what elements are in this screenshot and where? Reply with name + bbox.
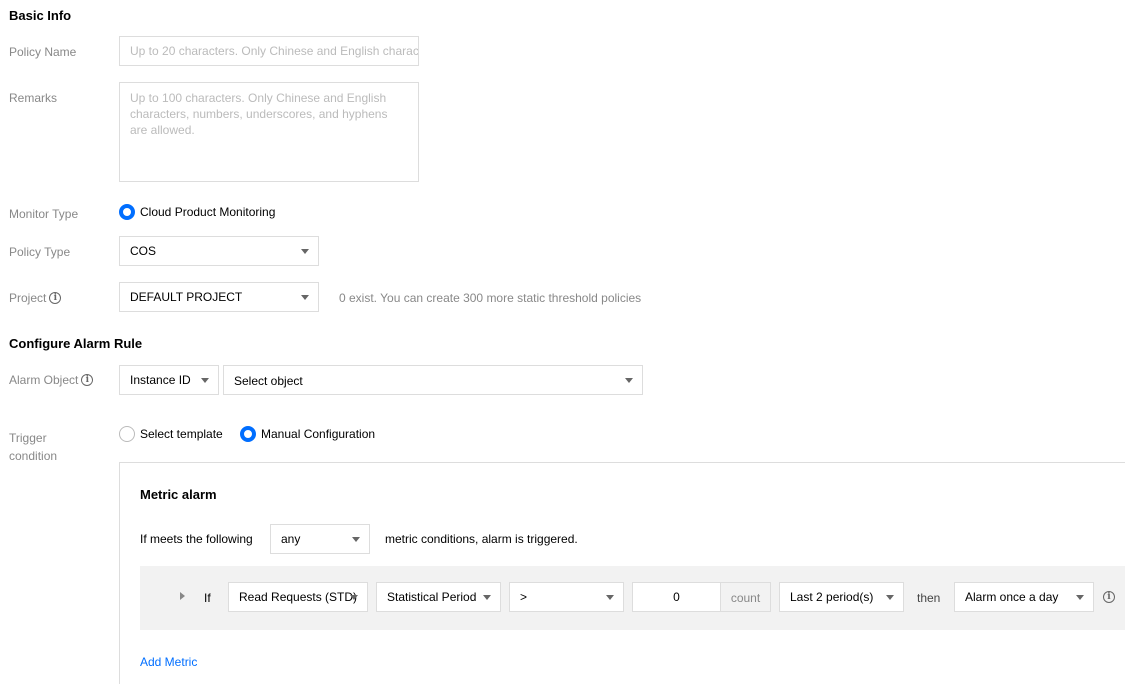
project-hint: 0 exist. You can create 300 more static … <box>339 291 642 305</box>
alarm-object-label-group: Alarm Object i <box>9 373 94 387</box>
alarm-object-select[interactable]: Select object <box>223 365 643 395</box>
threshold-value: 0 <box>673 590 680 604</box>
radio-unselected-icon <box>119 426 135 442</box>
chevron-down-icon <box>1076 595 1084 600</box>
info-icon[interactable]: i <box>49 292 62 304</box>
alarm-object-type-select[interactable]: Instance ID <box>119 365 219 395</box>
rule-if-label: If <box>204 591 211 605</box>
expand-arrow-icon[interactable] <box>180 592 185 600</box>
info-icon[interactable]: i <box>81 374 94 386</box>
chevron-down-icon <box>886 595 894 600</box>
threshold-unit: count <box>720 583 770 611</box>
chevron-down-icon <box>350 595 358 600</box>
monitor-type-option: Cloud Product Monitoring <box>140 205 276 219</box>
policy-type-value: COS <box>130 244 157 258</box>
info-icon[interactable]: i <box>1103 591 1115 603</box>
alarm-object-type-value: Instance ID <box>130 373 191 387</box>
project-label: Project <box>9 291 47 305</box>
radio-selected-icon <box>119 204 135 220</box>
policy-name-placeholder: Up to 20 characters. Only Chinese and En… <box>130 44 419 58</box>
chevron-down-icon <box>606 595 614 600</box>
chevron-down-icon <box>352 537 360 542</box>
policy-name-label: Policy Name <box>9 45 77 59</box>
metric-select[interactable]: Read Requests (STD) <box>228 582 368 612</box>
meets-select[interactable]: any <box>270 524 370 554</box>
trigger-label: Trigger condition <box>9 429 57 465</box>
policy-name-input[interactable]: Up to 20 characters. Only Chinese and En… <box>119 36 419 66</box>
frequency-select[interactable]: Alarm once a day <box>954 582 1094 612</box>
period-value: Statistical Period <box>387 590 477 604</box>
chevron-down-icon <box>301 249 309 254</box>
alarm-object-value: Select object <box>234 374 303 388</box>
duration-value: Last 2 period(s) <box>790 590 874 604</box>
chevron-down-icon <box>483 595 491 600</box>
project-value: DEFAULT PROJECT <box>130 290 243 304</box>
chevron-down-icon <box>301 295 309 300</box>
add-metric-link[interactable]: Add Metric <box>140 655 197 669</box>
frequency-value: Alarm once a day <box>965 590 1059 604</box>
remarks-textarea[interactable]: Up to 100 characters. Only Chinese and E… <box>119 82 419 182</box>
meets-prefix: If meets the following <box>140 532 253 546</box>
trigger-manual-radio[interactable]: Manual Configuration <box>240 426 375 442</box>
rule-then-label: then <box>917 591 941 605</box>
monitor-type-radio[interactable]: Cloud Product Monitoring <box>119 204 275 220</box>
chevron-down-icon <box>201 378 209 383</box>
duration-select[interactable]: Last 2 period(s) <box>779 582 904 612</box>
remarks-label: Remarks <box>9 91 58 105</box>
project-label-group: Project i <box>9 291 62 305</box>
basic-info-title: Basic Info <box>9 8 72 23</box>
meets-value: any <box>281 532 301 546</box>
metric-value: Read Requests (STD) <box>239 590 358 604</box>
alarm-rule-title: Configure Alarm Rule <box>9 336 143 351</box>
trigger-template-radio[interactable]: Select template <box>119 426 223 442</box>
policy-type-label: Policy Type <box>9 245 71 259</box>
threshold-input[interactable]: 0 <box>633 583 720 611</box>
threshold-group: 0 count <box>632 582 771 612</box>
project-select[interactable]: DEFAULT PROJECT <box>119 282 319 312</box>
trigger-template-option: Select template <box>140 427 223 441</box>
policy-type-select[interactable]: COS <box>119 236 319 266</box>
trigger-label-line2: condition <box>9 449 58 463</box>
trigger-label-line1: Trigger <box>9 431 47 445</box>
alarm-object-label: Alarm Object <box>9 373 79 387</box>
operator-select[interactable]: > <box>509 582 624 612</box>
remarks-placeholder: Up to 100 characters. Only Chinese and E… <box>130 91 388 137</box>
metric-alarm-title: Metric alarm <box>140 487 217 502</box>
radio-selected-icon <box>240 426 256 442</box>
chevron-down-icon <box>625 378 633 383</box>
period-select[interactable]: Statistical Period <box>376 582 501 612</box>
meets-suffix: metric conditions, alarm is triggered. <box>385 532 578 546</box>
trigger-manual-option: Manual Configuration <box>261 427 376 441</box>
monitor-type-label: Monitor Type <box>9 207 79 221</box>
operator-value: > <box>520 590 528 604</box>
